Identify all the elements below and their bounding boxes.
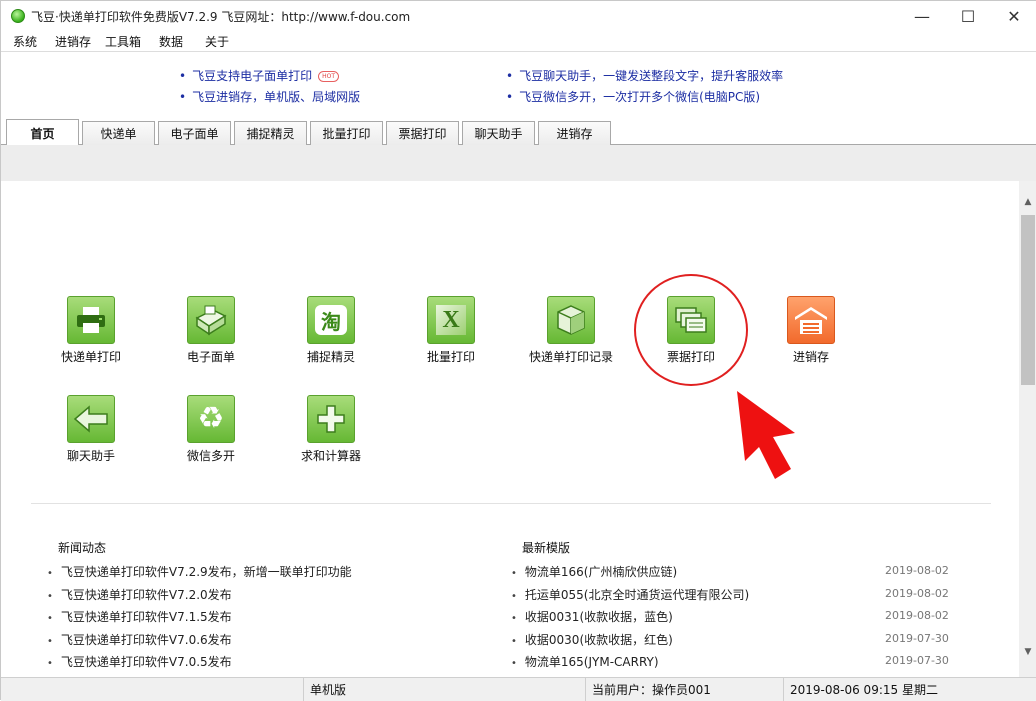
- tab-receipt-print[interactable]: 票据打印: [386, 121, 459, 145]
- label-printer-icon: [187, 296, 235, 344]
- menu-bar: 系统 进销存 工具箱 数据 关于: [1, 31, 1036, 51]
- menu-about[interactable]: 关于: [205, 33, 229, 50]
- promo-link-wechat-multi[interactable]: • 飞豆微信多开，一次打开多个微信(电脑PC版): [506, 88, 760, 105]
- news-item[interactable]: • 飞豆快递单打印软件V7.0.5发布: [47, 653, 232, 670]
- tile-express-print[interactable]: 快递单打印: [31, 296, 151, 376]
- excel-glyph: X: [436, 305, 466, 335]
- tile-label: 快递单打印: [60, 350, 121, 364]
- status-mode: 单机版: [303, 678, 585, 701]
- vertical-scrollbar[interactable]: ▲ ▼: [1019, 181, 1036, 677]
- template-item[interactable]: • 托运单055(北京全时通货运代理有限公司): [511, 586, 749, 603]
- news-item[interactable]: • 飞豆快递单打印软件V7.2.9发布，新增一联单打印功能: [47, 563, 352, 580]
- promo-link-eorder[interactable]: • 飞豆支持电子面单打印 HOT: [179, 67, 339, 84]
- menu-inventory[interactable]: 进销存: [55, 33, 91, 50]
- status-user: 当前用户：操作员001: [585, 678, 783, 701]
- tab-home[interactable]: 首页: [6, 119, 79, 146]
- plus-icon: [307, 395, 355, 443]
- taobao-glyph: 淘: [315, 305, 347, 335]
- printer-icon: [67, 296, 115, 344]
- pointer-arrow-icon: [737, 391, 795, 479]
- tile-sum-calculator[interactable]: 求和计算器: [271, 395, 391, 475]
- tile-label: 求和计算器: [300, 449, 361, 463]
- template-date: 2019-08-02: [885, 609, 949, 622]
- title-bar: 飞豆·快递单打印软件免费版V7.2.9 飞豆网址：http://www.f-do…: [1, 1, 1036, 31]
- status-bar: 单机版 当前用户：操作员001 2019-08-06 09:15 星期二: [1, 677, 1036, 701]
- app-window: 飞豆·快递单打印软件免费版V7.2.9 飞豆网址：http://www.f-do…: [0, 0, 1036, 701]
- tile-capture[interactable]: 淘 捕捉精灵: [271, 296, 391, 376]
- tile-label: 批量打印: [426, 350, 475, 364]
- status-datetime: 2019-08-06 09:15 星期二: [783, 678, 1036, 701]
- news-item[interactable]: • 飞豆快递单打印软件V7.2.0发布: [47, 586, 232, 603]
- hot-badge: HOT: [318, 71, 339, 82]
- tab-e-waybill[interactable]: 电子面单: [158, 121, 231, 145]
- window-title: 飞豆·快递单打印软件免费版V7.2.9 飞豆网址：http://www.f-do…: [31, 10, 411, 24]
- tile-label: 微信多开: [186, 449, 235, 463]
- promo-link-inventory[interactable]: • 飞豆进销存，单机版、局域网版: [179, 88, 360, 105]
- excel-icon: X: [427, 296, 475, 344]
- tab-inventory[interactable]: 进销存: [538, 121, 611, 145]
- template-date: 2019-08-02: [885, 587, 949, 600]
- news-item[interactable]: • 飞豆快递单打印软件V7.0.6发布: [47, 631, 232, 648]
- template-item[interactable]: • 物流单165(JYM-CARRY): [511, 653, 659, 670]
- tile-label: 聊天助手: [66, 449, 115, 463]
- arrow-left-icon: [67, 395, 115, 443]
- tile-label: 电子面单: [186, 350, 235, 364]
- tab-strip: 首页 快递单 电子面单 捕捉精灵 批量打印 票据打印 聊天助手 进销存: [1, 117, 1036, 146]
- tile-wechat-multi[interactable]: ♻ 微信多开: [151, 395, 271, 475]
- promo-link-chat-assistant[interactable]: • 飞豆聊天助手，一键发送整段文字，提升客服效率: [506, 67, 783, 84]
- template-item[interactable]: • 物流单166(广州楠欣供应链): [511, 563, 677, 580]
- tab-chat-assistant[interactable]: 聊天助手: [462, 121, 535, 145]
- template-date: 2019-07-30: [885, 632, 949, 645]
- template-date: 2019-08-02: [885, 564, 949, 577]
- recycle-glyph: ♻: [197, 401, 225, 436]
- package-icon: [547, 296, 595, 344]
- minimize-button[interactable]: —: [899, 1, 945, 31]
- warehouse-icon: [787, 296, 835, 344]
- scroll-up-icon[interactable]: ▲: [1019, 193, 1036, 211]
- tile-label: 进销存: [792, 350, 829, 364]
- template-item[interactable]: • 收据0031(收款收据，蓝色): [511, 608, 673, 625]
- menu-system[interactable]: 系统: [13, 33, 37, 50]
- tab-batch-print[interactable]: 批量打印: [310, 121, 383, 145]
- scroll-down-icon[interactable]: ▼: [1019, 643, 1036, 661]
- tab-express-bill[interactable]: 快递单: [82, 121, 155, 145]
- tile-label: 快递单打印记录: [528, 350, 613, 364]
- menu-data[interactable]: 数据: [159, 33, 183, 50]
- template-item[interactable]: • 收据0030(收款收据，红色): [511, 631, 673, 648]
- tab-capture[interactable]: 捕捉精灵: [234, 121, 307, 145]
- news-title: 新闻动态: [58, 541, 107, 555]
- tile-label: 捕捉精灵: [306, 350, 355, 364]
- templates-title: 最新模版: [522, 541, 571, 555]
- close-button[interactable]: ✕: [991, 1, 1036, 31]
- section-divider: [31, 503, 991, 504]
- app-logo-icon: [11, 9, 25, 23]
- menu-toolbox[interactable]: 工具箱: [105, 33, 141, 50]
- promo-area: • 飞豆支持电子面单打印 HOT • 飞豆进销存，单机版、局域网版 • 飞豆聊天助手，一…: [1, 51, 1036, 117]
- news-item[interactable]: • 飞豆快递单打印软件V7.1.5发布: [47, 608, 232, 625]
- tile-print-records[interactable]: 快递单打印记录: [511, 296, 631, 376]
- tile-chat-assistant[interactable]: 聊天助手: [31, 395, 151, 475]
- tile-batch-print[interactable]: X 批量打印: [391, 296, 511, 376]
- taobao-icon: 淘: [307, 296, 355, 344]
- scroll-thumb[interactable]: [1021, 215, 1035, 385]
- highlight-circle: [634, 274, 748, 386]
- maximize-button[interactable]: ☐: [945, 1, 991, 31]
- recycle-icon: ♻: [187, 395, 235, 443]
- tile-inventory[interactable]: 进销存: [751, 296, 871, 376]
- template-date: 2019-07-30: [885, 654, 949, 667]
- tile-e-waybill[interactable]: 电子面单: [151, 296, 271, 376]
